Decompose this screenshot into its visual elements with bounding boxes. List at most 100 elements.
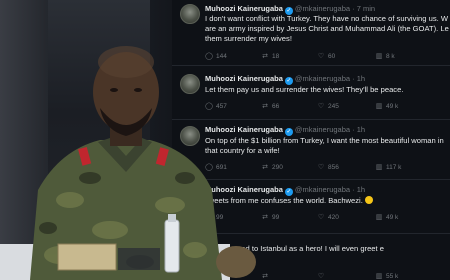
separator: · (352, 4, 355, 13)
tweet[interactable]: Muhoozi Kainerugaba ✓ @mkainerugaba · 1h s… (172, 180, 450, 234)
author-handle[interactable]: @mkainerugaba (295, 185, 350, 194)
retweet-button[interactable]: ⇄ 290 (261, 163, 283, 171)
reply-count: 457 (216, 103, 227, 110)
author-name[interactable]: Muhoozi Kainerugaba (205, 125, 283, 134)
like-count: 245 (328, 103, 339, 110)
retweet-icon: ⇄ (262, 164, 268, 171)
tweet-text: be welcomed to Istanbul as a hero! I wil… (205, 244, 449, 264)
tweet-line: On top of the $1 billion from Turkey, I … (205, 136, 444, 145)
tweet-header: Muhoozi Kainerugaba ✓ @mkainerugaba · 1h (205, 185, 365, 196)
separator: · (352, 74, 355, 83)
separator: · (352, 185, 355, 194)
tweet-header: Muhoozi Kainerugaba ✓ @mkainerugaba · 1h (205, 74, 365, 85)
tweet-actions: ◯ 144 ⇄ 18 ♡ 60 ▥ 8 k (205, 52, 449, 62)
retweet-button[interactable]: ⇄ 66 (261, 102, 279, 110)
tweet[interactable]: Muhoozi Kainerugaba ✓ @mkainerugaba · 1h L… (172, 66, 450, 120)
retweet-button[interactable]: ⇄ (261, 272, 272, 280)
reply-icon: ◯ (205, 214, 213, 221)
tweet-line: that country for a wife! (205, 146, 280, 155)
tweet-line: them surrender my wives! (205, 34, 292, 43)
tweet-text: sweets from me confuses the world. Bachw… (205, 196, 449, 206)
like-count: 856 (328, 164, 339, 171)
view-count: 49 k (386, 214, 399, 221)
verified-badge-icon: ✓ (284, 77, 293, 85)
views-icon: ▥ (375, 103, 383, 110)
reply-button[interactable]: ◯ 99 (205, 213, 223, 221)
retweet-icon: ⇄ (262, 214, 268, 221)
retweet-count: 66 (272, 103, 280, 110)
background-wall (0, 0, 48, 280)
author-handle[interactable]: @mkainerugaba (295, 74, 350, 83)
author-handle[interactable]: @mkainerugaba (295, 125, 350, 134)
tweet-time[interactable]: 1h (357, 185, 365, 194)
separator: · (352, 125, 355, 134)
avatar[interactable] (180, 126, 200, 146)
avatar[interactable] (180, 4, 200, 24)
tweet-line: I don't want conflict with Turkey. They … (205, 14, 449, 23)
retweet-button[interactable]: ⇄ 18 (261, 52, 279, 60)
reply-icon: ◯ (205, 53, 213, 60)
view-count: 117 k (386, 164, 402, 171)
tweet-header: Muhoozi Kainerugaba ✓ @mkainerugaba · 1h (205, 125, 365, 136)
tweet-time[interactable]: 7 min (357, 4, 375, 13)
reply-count: 144 (216, 53, 227, 60)
tweet-line: are an army inspired by Jesus Christ and… (205, 24, 449, 33)
tweet-time[interactable]: 1h (357, 125, 365, 134)
heart-icon: ♡ (317, 53, 325, 60)
like-button[interactable]: ♡ (317, 272, 328, 280)
view-count: 8 k (386, 53, 395, 60)
tweet-actions: ◯ 99 ⇄ 99 ♡ 420 ▥ 49 k (205, 213, 449, 223)
retweet-icon: ⇄ (262, 53, 268, 60)
views-icon: ▥ (375, 164, 383, 171)
tweet-line: Let them pay us and surrender the wives!… (205, 85, 404, 94)
like-button[interactable]: ♡ 245 (317, 102, 339, 110)
tweet[interactable]: Muhoozi Kainerugaba ✓ @mkainerugaba · 7 mi… (172, 0, 450, 66)
like-count: 420 (328, 214, 339, 221)
reply-button[interactable]: ◯ (205, 272, 216, 280)
views-button[interactable]: ▥ 49 k (375, 213, 399, 221)
tweet-actions: ◯ 457 ⇄ 66 ♡ 245 ▥ 49 k (205, 102, 449, 112)
heart-icon: ♡ (317, 103, 325, 110)
tweet-line: be welcomed to Istanbul as a hero! I wil… (205, 244, 384, 253)
author-handle[interactable]: @mkainerugaba (295, 4, 350, 13)
verified-badge-icon: ✓ (284, 188, 293, 196)
reply-count: 691 (216, 164, 227, 171)
views-icon: ▥ (375, 53, 383, 60)
views-icon: ▥ (375, 214, 383, 221)
tweet-line: Erdoğan. (205, 254, 236, 263)
tweet-time[interactable]: 1h (357, 74, 365, 83)
reply-icon: ◯ (205, 273, 213, 280)
views-button[interactable]: ▥ 49 k (375, 102, 399, 110)
retweet-icon: ⇄ (262, 103, 268, 110)
heart-icon: ♡ (317, 273, 325, 280)
reply-icon: ◯ (205, 164, 213, 171)
reply-count: 99 (216, 214, 224, 221)
reply-button[interactable]: ◯ 691 (205, 163, 227, 171)
view-count: 55 k (386, 273, 399, 280)
reply-button[interactable]: ◯ 457 (205, 102, 227, 110)
tweet-text: On top of the $1 billion from Turkey, I … (205, 136, 449, 156)
avatar[interactable] (180, 74, 200, 94)
author-name[interactable]: Muhoozi Kainerugaba (205, 185, 283, 194)
retweet-count: 290 (272, 164, 283, 171)
views-button[interactable]: ▥ 55 k (375, 272, 399, 280)
views-button[interactable]: ▥ 8 k (375, 52, 395, 60)
like-button[interactable]: ♡ 420 (317, 213, 339, 221)
author-name[interactable]: Muhoozi Kainerugaba (205, 74, 283, 83)
tweet[interactable]: be welcomed to Istanbul as a hero! I wil… (172, 234, 450, 280)
retweet-icon: ⇄ (262, 273, 268, 280)
like-button[interactable]: ♡ 856 (317, 163, 339, 171)
tweet-feed[interactable]: Muhoozi Kainerugaba ✓ @mkainerugaba · 7 mi… (172, 0, 450, 280)
tweet[interactable]: Muhoozi Kainerugaba ✓ @mkainerugaba · 1h O… (172, 120, 450, 180)
like-button[interactable]: ♡ 60 (317, 52, 335, 60)
avatar[interactable] (180, 185, 200, 205)
tweet-actions: ◯ ⇄ ♡ ▥ 55 k (205, 272, 449, 280)
heart-icon: ♡ (317, 214, 325, 221)
reply-button[interactable]: ◯ 144 (205, 52, 227, 60)
views-button[interactable]: ▥ 117 k (375, 163, 402, 171)
retweet-button[interactable]: ⇄ 99 (261, 213, 279, 221)
tweet-text: I don't want conflict with Turkey. They … (205, 14, 449, 44)
author-name[interactable]: Muhoozi Kainerugaba (205, 4, 283, 13)
tweet-actions: ◯ 691 ⇄ 290 ♡ 856 ▥ 117 k (205, 163, 449, 173)
view-count: 49 k (386, 103, 399, 110)
